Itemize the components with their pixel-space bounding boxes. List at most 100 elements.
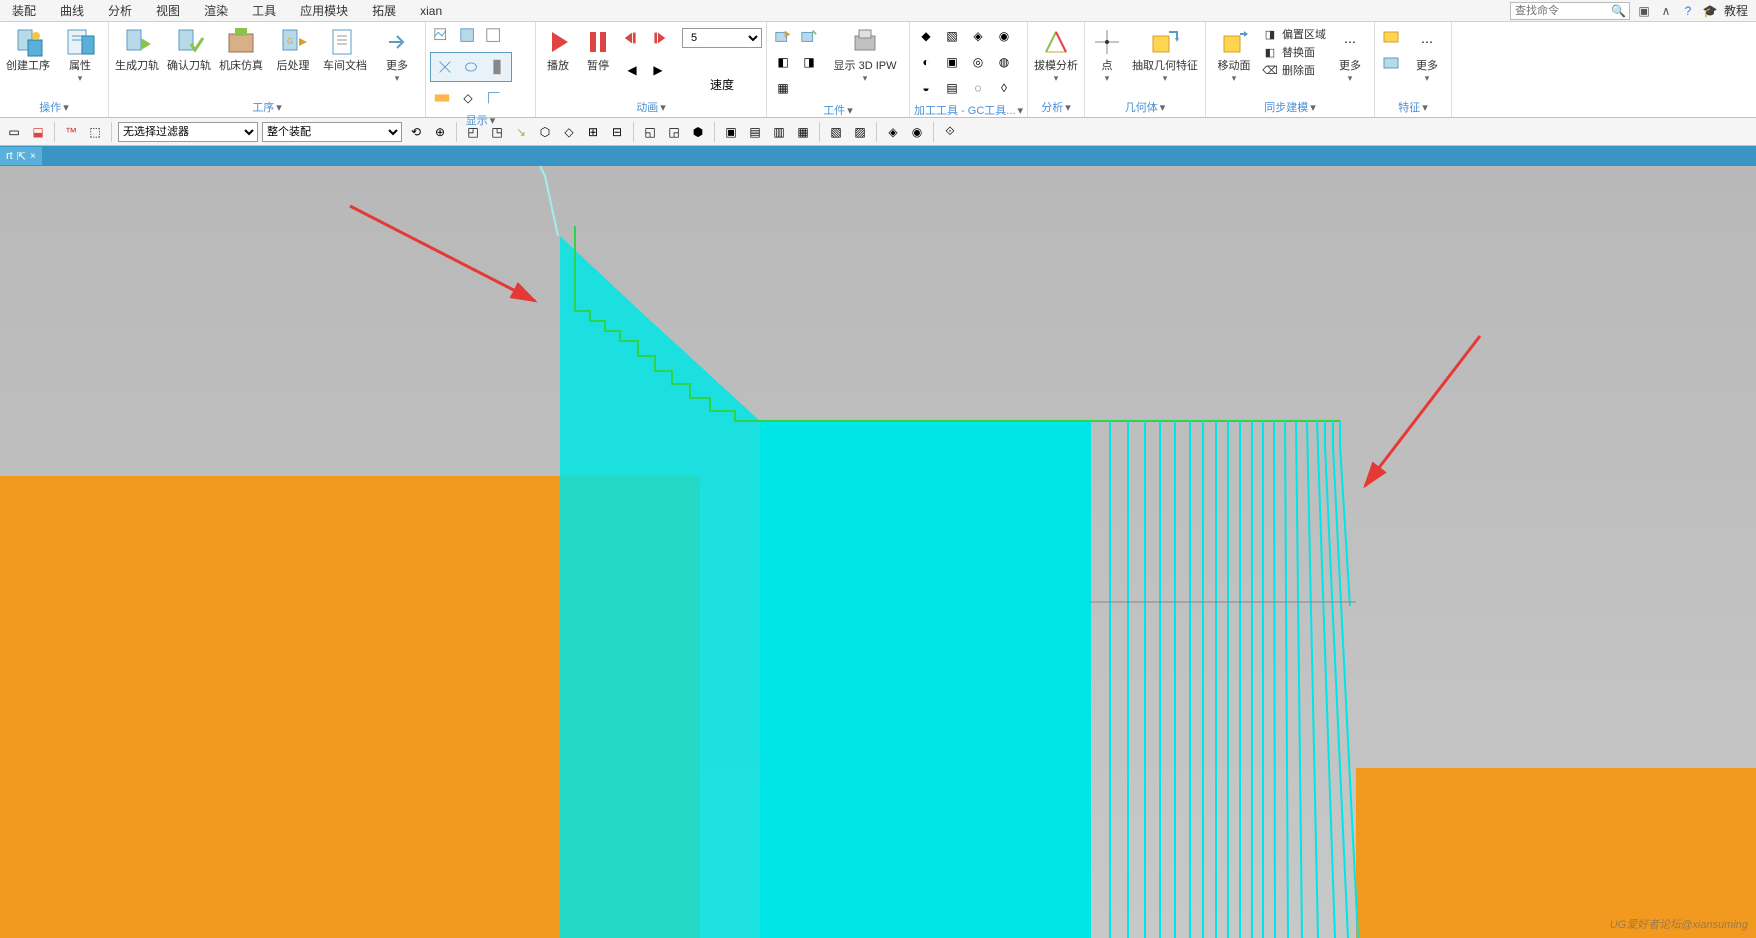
sb-6[interactable]: ⬡ [535,122,555,142]
filter-select[interactable]: 无选择过滤器 [118,122,258,142]
menu-app[interactable]: 应用模块 [288,2,360,19]
disp-ic-7[interactable] [430,86,454,110]
disp-ic-9[interactable] [482,86,506,110]
sb-14[interactable]: ▤ [745,122,765,142]
menu-tool[interactable]: 工具 [240,2,288,19]
gc-9[interactable]: ◒ [914,76,938,100]
generate-toolpath-button[interactable]: 生成刀轨 [113,24,161,75]
more-feature-button[interactable]: ⋯ 更多▾ [1407,24,1447,86]
properties-button[interactable]: 属性▾ [56,24,104,86]
point-button[interactable]: 点▾ [1089,24,1125,86]
sb-11[interactable]: ◲ [664,122,684,142]
menu-extend[interactable]: 拓展 [360,2,408,19]
wp-ic-3[interactable]: ◧ [771,50,795,74]
menu-analysis[interactable]: 分析 [96,2,144,19]
gc-12[interactable]: ◊ [992,76,1016,100]
help-icon[interactable]: ? [1680,3,1696,19]
disp-ic-8[interactable]: ◇ [456,86,480,110]
move-face-button[interactable]: 移动面▾ [1210,24,1258,86]
shop-doc-button[interactable]: 车间文档 [321,24,369,75]
sb-17[interactable]: ▧ [826,122,846,142]
ribbon-group-operate: 创建工序 属性▾ 操作▾ [0,22,109,117]
wp-ic-2[interactable] [797,24,821,48]
gc-2[interactable]: ▧ [940,24,964,48]
feat-2[interactable] [1379,50,1403,74]
assembly-select[interactable]: 整个装配 [262,122,402,142]
machine-sim-button[interactable]: 机床仿真 [217,24,265,75]
step-fwd-icon[interactable]: ▶ [646,58,670,82]
more-process-button[interactable]: 更多▾ [373,24,421,86]
ribbon-group-display: ◇ 显示▾ [426,22,536,117]
menu-render[interactable]: 渲染 [192,2,240,19]
pause-button[interactable]: 暂停 [580,24,616,75]
doc-tab[interactable]: rt ⇱ × [0,147,42,165]
sb-9[interactable]: ⊟ [607,122,627,142]
postprocess-button[interactable]: G 后处理 [269,24,317,75]
viewport[interactable]: UG爱好者论坛@xiansuming [0,166,1756,938]
draft-analysis-button[interactable]: 拔模分析▾ [1032,24,1080,86]
gc-1[interactable]: ◆ [914,24,938,48]
sb-16[interactable]: ▦ [793,122,813,142]
disp-ic-2[interactable] [456,24,480,48]
extract-geom-button[interactable]: 抽取几何特征▾ [1129,24,1201,86]
window-layout-icon[interactable]: ▣ [1636,3,1652,19]
sel-ic-3[interactable]: ™ [61,122,81,142]
gc-8[interactable]: ◍ [992,50,1016,74]
tab-close-icon[interactable]: × [30,151,36,162]
menu-xian[interactable]: xian [408,4,454,18]
forward-icon[interactable] [646,26,670,50]
menu-view[interactable]: 视图 [144,2,192,19]
sb-21[interactable]: ⟐ [940,122,960,142]
gc-5[interactable]: ◐ [914,50,938,74]
sb-8[interactable]: ⊞ [583,122,603,142]
sb-18[interactable]: ▨ [850,122,870,142]
disp-ic-6[interactable] [485,55,509,79]
gc-10[interactable]: ▤ [940,76,964,100]
speed-select[interactable]: 5 [682,28,762,48]
tutorial-link[interactable]: 教程 [1724,2,1748,19]
ribbon-group-process: 生成刀轨 确认刀轨 机床仿真 G 后处理 车间文档 更多▾ [109,22,426,117]
gc-6[interactable]: ▣ [940,50,964,74]
sb-15[interactable]: ▥ [769,122,789,142]
feat-1[interactable] [1379,24,1403,48]
play-button[interactable]: 播放 [540,24,576,75]
sb-1[interactable]: ⟲ [406,122,426,142]
tab-popout-icon[interactable]: ⇱ [17,150,26,163]
disp-ic-1[interactable] [430,24,454,48]
sel-ic-1[interactable]: ▭ [4,122,24,142]
gc-4[interactable]: ◉ [992,24,1016,48]
disp-ic-4[interactable] [433,55,457,79]
disp-ic-5[interactable] [459,55,483,79]
tutorial-icon[interactable]: 🎓 [1702,3,1718,19]
sel-ic-2[interactable]: ⬓ [28,122,48,142]
collapse-ribbon-icon[interactable]: ∧ [1658,3,1674,19]
gc-7[interactable]: ◎ [966,50,990,74]
offset-region-button[interactable]: ◨偏置区域 [1262,26,1326,42]
rewind-icon[interactable] [620,26,644,50]
wp-ic-5[interactable]: ▦ [771,76,795,100]
step-back-icon[interactable]: ◀ [620,58,644,82]
confirm-toolpath-icon [173,26,205,58]
sb-12[interactable]: ⬢ [688,122,708,142]
gc-11[interactable]: ◌ [966,76,990,100]
show-ipw-button[interactable]: 显示 3D IPW▾ [825,24,905,86]
sb-20[interactable]: ◉ [907,122,927,142]
delete-face-button[interactable]: ⌫删除面 [1262,62,1326,78]
sb-19[interactable]: ◈ [883,122,903,142]
sb-7[interactable]: ◇ [559,122,579,142]
wp-ic-4[interactable]: ◨ [797,50,821,74]
gc-3[interactable]: ◈ [966,24,990,48]
create-operation-button[interactable]: 创建工序 [4,24,52,75]
sb-13[interactable]: ▣ [721,122,741,142]
more-sync-button[interactable]: ⋯ 更多▾ [1330,24,1370,86]
sb-10[interactable]: ◱ [640,122,660,142]
sel-ic-4[interactable]: ⬚ [85,122,105,142]
replace-face-button[interactable]: ◧替换面 [1262,44,1326,60]
wp-ic-1[interactable] [771,24,795,48]
search-icon[interactable]: 🔍 [1611,4,1626,18]
play-icon [542,26,574,58]
disp-ic-3[interactable] [482,24,506,48]
confirm-toolpath-button[interactable]: 确认刀轨 [165,24,213,75]
menu-curve[interactable]: 曲线 [48,2,96,19]
menu-assembly[interactable]: 装配 [0,2,48,19]
